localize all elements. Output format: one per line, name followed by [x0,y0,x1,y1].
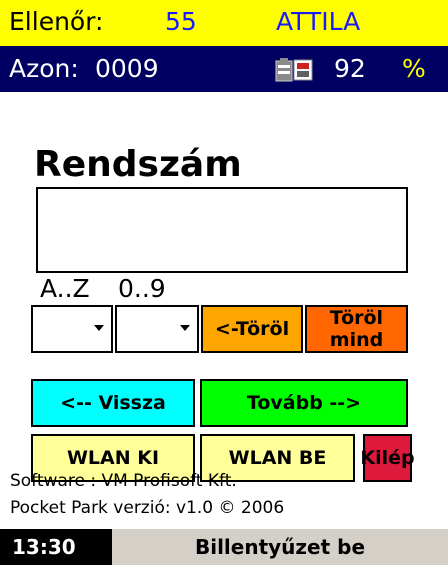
id-value: 0009 [95,54,159,83]
chevron-down-icon [180,325,190,331]
digits-label: 0..9 [118,274,166,303]
inspector-label: Ellenőr: [9,7,104,36]
digits-dropdown[interactable] [115,305,199,353]
keyboard-toggle[interactable]: Billentyűzet be [112,529,448,565]
software-info: Software : VM Profisoft Kft. [10,471,237,491]
id-label: Azon: [9,54,79,83]
letters-dropdown[interactable] [31,305,113,353]
taskbar: 13:30 Billentyűzet be [0,529,448,565]
delete-all-button[interactable]: Töröl mind [305,305,408,353]
battery-unit: % [402,54,426,83]
back-button[interactable]: <-- Vissza [31,379,195,427]
delete-button[interactable]: <-Töröl [201,305,303,353]
inspector-bar: Ellenőr: 55 ATTILA [0,0,448,46]
letters-label: A..Z [40,274,90,303]
version-info: Pocket Park verzió: v1.0 © 2006 [10,498,285,518]
next-button[interactable]: Tovább --> [200,379,408,427]
plate-title: Rendszám [34,144,242,185]
chevron-down-icon [94,325,104,331]
inspector-id: 55 [165,7,197,36]
battery-plug-icon [275,58,313,82]
battery-value: 92 [334,54,366,83]
exit-button[interactable]: Kilép [360,434,415,482]
inspector-name: ATTILA [276,7,361,36]
plate-input[interactable] [36,187,408,273]
id-bar: Azon: 0009 92 % [0,46,448,92]
clock: 13:30 [0,529,112,565]
